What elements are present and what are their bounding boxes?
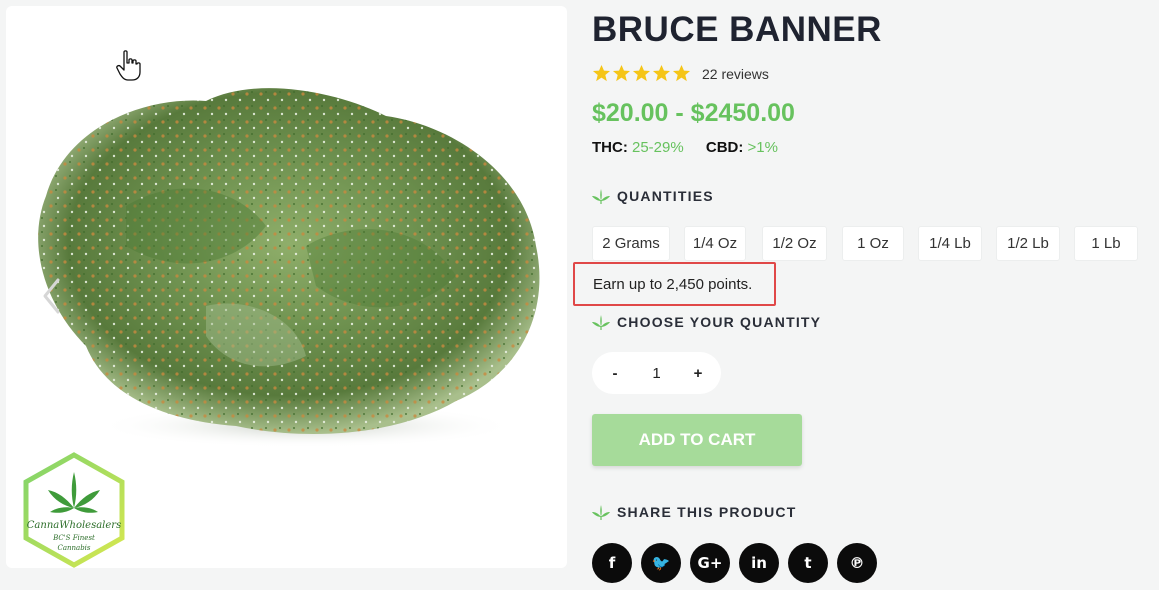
quantities-heading: QUANTITIES bbox=[592, 188, 714, 204]
logo-line1: CannaWholesalers bbox=[27, 520, 121, 531]
leaf-icon bbox=[592, 315, 610, 330]
product-rating: 22 reviews bbox=[592, 64, 769, 83]
cbd-value: >1% bbox=[747, 139, 778, 156]
thc-value: 25-29% bbox=[632, 139, 684, 156]
quantity-option[interactable]: 2 Grams bbox=[592, 226, 670, 261]
cbd-label: CBD: bbox=[705, 139, 744, 156]
quantity-stepper: - + bbox=[592, 352, 721, 394]
star-icon bbox=[592, 64, 611, 82]
google-plus-icon[interactable]: G+ bbox=[690, 543, 730, 583]
points-notice: Earn up to 2,450 points. bbox=[573, 262, 776, 306]
twitter-icon[interactable]: 🐦 bbox=[641, 543, 681, 583]
linkedin-icon[interactable]: in bbox=[739, 543, 779, 583]
hand-cursor-icon bbox=[116, 50, 141, 81]
star-icon bbox=[672, 64, 691, 82]
rating-stars bbox=[592, 64, 691, 83]
canna-wholesalers-logo: CannaWholesalers BC'S Finest Cannabis bbox=[23, 452, 125, 568]
quantity-option[interactable]: 1/4 Oz bbox=[684, 226, 746, 261]
add-to-cart-button[interactable]: ADD TO CART bbox=[592, 414, 802, 466]
social-share-buttons: f 🐦 G+ in t ℗ bbox=[592, 543, 877, 583]
product-title: BRUCE BANNER bbox=[592, 10, 882, 49]
thc-label: THC: bbox=[592, 139, 628, 156]
quantity-option[interactable]: 1/2 Lb bbox=[996, 226, 1060, 261]
potency-info: THC: 25-29% CBD: >1% bbox=[592, 139, 796, 156]
share-heading: SHARE THIS PRODUCT bbox=[592, 504, 797, 520]
quantities-heading-text: QUANTITIES bbox=[617, 188, 714, 204]
previous-image-arrow-icon[interactable] bbox=[40, 276, 64, 316]
quantity-option[interactable]: 1/2 Oz bbox=[762, 226, 827, 261]
choose-quantity-heading-text: CHOOSE YOUR QUANTITY bbox=[617, 314, 822, 330]
facebook-icon[interactable]: f bbox=[592, 543, 632, 583]
logo-line2: BC'S Finest bbox=[52, 534, 95, 542]
leaf-icon bbox=[592, 189, 610, 204]
leaf-icon bbox=[592, 505, 610, 520]
share-heading-text: SHARE THIS PRODUCT bbox=[617, 504, 797, 520]
choose-quantity-heading: CHOOSE YOUR QUANTITY bbox=[592, 314, 821, 330]
quantity-input[interactable] bbox=[646, 364, 667, 382]
star-icon bbox=[612, 64, 631, 82]
product-image-panel: CannaWholesalers BC'S Finest Cannabis bbox=[6, 6, 567, 568]
price-range: $20.00 - $2450.00 bbox=[592, 99, 795, 127]
tumblr-icon[interactable]: t bbox=[788, 543, 828, 583]
quantity-option[interactable]: 1 Lb bbox=[1074, 226, 1138, 261]
quantity-option[interactable]: 1/4 Lb bbox=[918, 226, 982, 261]
increase-quantity-button[interactable]: + bbox=[691, 365, 705, 382]
logo-line3: Cannabis bbox=[57, 544, 90, 552]
star-icon bbox=[652, 64, 671, 82]
decrease-quantity-button[interactable]: - bbox=[608, 365, 622, 382]
quantity-option[interactable]: 1 Oz bbox=[842, 226, 904, 261]
star-icon bbox=[632, 64, 651, 82]
reviews-link[interactable]: 22 reviews bbox=[702, 66, 769, 82]
pinterest-icon[interactable]: ℗ bbox=[837, 543, 877, 583]
